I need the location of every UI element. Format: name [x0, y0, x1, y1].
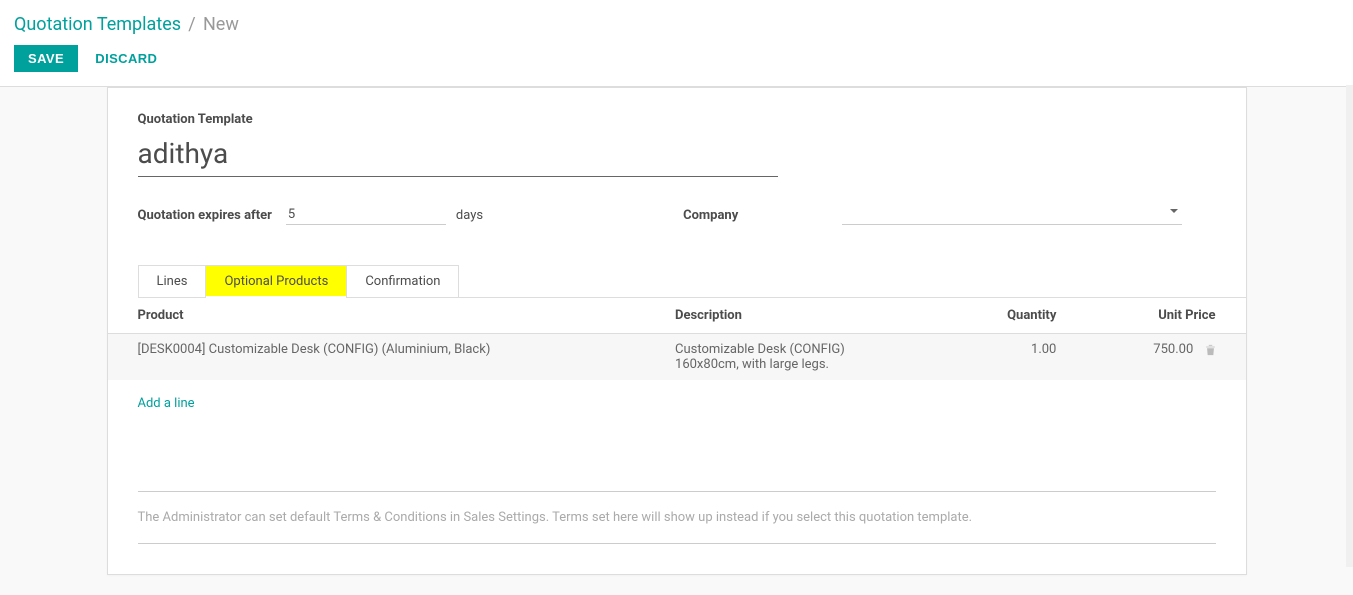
action-buttons: SAVE DISCARD — [0, 45, 1353, 86]
add-line-link[interactable]: Add a line — [108, 380, 225, 461]
trash-icon[interactable] — [1205, 344, 1216, 356]
tab-lines[interactable]: Lines — [138, 265, 207, 297]
cell-quantity: 1.00 — [944, 334, 1086, 381]
col-quantity: Quantity — [944, 298, 1086, 334]
company-field-group: Company — [683, 205, 1182, 225]
template-name-input[interactable] — [138, 133, 778, 177]
breadcrumb-current: New — [203, 14, 239, 35]
form-sheet: Quotation Template Quotation expires aft… — [107, 87, 1247, 575]
expire-label: Quotation expires after — [138, 208, 272, 223]
breadcrumb-separator: / — [188, 14, 195, 35]
expire-unit-label: days — [456, 208, 483, 223]
cell-description: Customizable Desk (CONFIG) 160x80cm, wit… — [645, 334, 944, 381]
template-name-label: Quotation Template — [138, 112, 1216, 127]
col-product: Product — [108, 298, 646, 334]
terms-conditions-placeholder[interactable]: The Administrator can set default Terms … — [138, 491, 1216, 544]
table-row[interactable]: [DESK0004] Customizable Desk (CONFIG) (A… — [108, 334, 1246, 381]
tab-confirmation[interactable]: Confirmation — [346, 265, 459, 297]
col-unit-price: Unit Price — [1086, 298, 1245, 334]
scrollbar[interactable] — [1346, 85, 1353, 567]
optional-products-table: Product Description Quantity Unit Price … — [108, 298, 1246, 380]
tab-optional-products[interactable]: Optional Products — [205, 265, 347, 297]
company-label: Company — [683, 208, 738, 223]
expire-field-group: Quotation expires after days — [138, 205, 484, 225]
col-description: Description — [645, 298, 944, 334]
cell-product: [DESK0004] Customizable Desk (CONFIG) (A… — [108, 334, 646, 381]
chevron-down-icon — [1170, 209, 1178, 213]
cell-unit-price: 750.00 — [1086, 334, 1245, 381]
company-dropdown[interactable] — [842, 205, 1182, 225]
discard-button[interactable]: DISCARD — [81, 45, 171, 72]
breadcrumb-root-link[interactable]: Quotation Templates — [14, 14, 181, 35]
breadcrumb: Quotation Templates / New — [0, 0, 1353, 45]
expire-days-input[interactable] — [286, 205, 446, 225]
tabs: Lines Optional Products Confirmation — [138, 265, 1246, 298]
save-button[interactable]: SAVE — [14, 45, 78, 72]
